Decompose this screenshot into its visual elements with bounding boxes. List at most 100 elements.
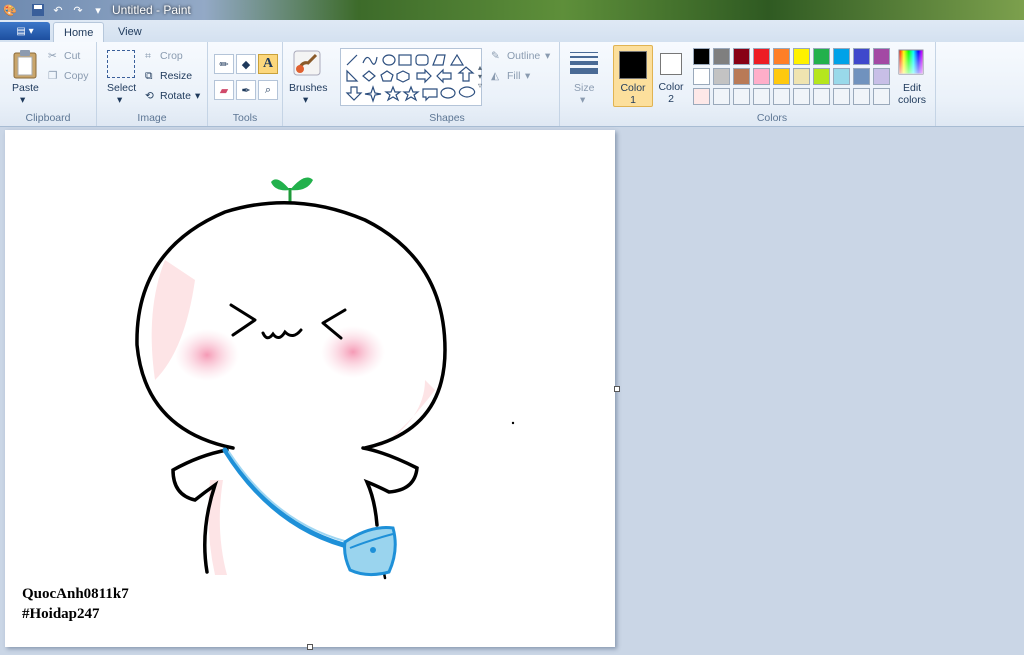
palette-swatch[interactable] bbox=[733, 68, 750, 85]
palette-swatch[interactable] bbox=[773, 68, 790, 85]
edit-colors-label-line2[interactable]: colors bbox=[898, 94, 926, 106]
palette-swatch[interactable] bbox=[753, 68, 770, 85]
fill-button[interactable]: Fill bbox=[507, 70, 520, 82]
palette-swatch[interactable] bbox=[733, 48, 750, 65]
size-dropdown-icon[interactable]: ▾ bbox=[580, 94, 585, 106]
select-dropdown-icon[interactable]: ▾ bbox=[117, 94, 122, 106]
palette-swatch[interactable] bbox=[733, 88, 750, 105]
colors-group: Color 1 Color 2 Edit colors Colors bbox=[609, 42, 936, 126]
crop-button[interactable]: Crop bbox=[160, 50, 183, 62]
outline-icon: ✎ bbox=[491, 50, 500, 62]
colors-group-label: Colors bbox=[756, 112, 788, 124]
palette-swatch[interactable] bbox=[833, 48, 850, 65]
outline-button[interactable]: Outline bbox=[507, 50, 540, 62]
palette-swatch[interactable] bbox=[773, 48, 790, 65]
size-icon[interactable] bbox=[569, 50, 599, 76]
palette-swatch[interactable] bbox=[813, 68, 830, 85]
palette-swatch[interactable] bbox=[713, 68, 730, 85]
palette-swatch[interactable] bbox=[693, 48, 710, 65]
palette-swatch[interactable] bbox=[773, 88, 790, 105]
brushes-group: Brushes ▾ bbox=[283, 42, 333, 126]
palette-swatch[interactable] bbox=[713, 48, 730, 65]
paint-menu-button[interactable]: ▤ ▾ bbox=[0, 22, 50, 40]
palette-swatch[interactable] bbox=[873, 88, 890, 105]
size-group: Size ▾ bbox=[560, 42, 608, 126]
palette-swatch[interactable] bbox=[853, 48, 870, 65]
paint-app-icon[interactable]: 🎨 bbox=[2, 2, 18, 18]
color1-label: Color bbox=[620, 82, 646, 94]
text-tool-icon[interactable]: A bbox=[258, 54, 278, 74]
customize-toolbar-icon[interactable]: ▾ bbox=[90, 2, 106, 18]
edit-colors-icon[interactable] bbox=[897, 48, 925, 76]
crop-icon: ⌗ bbox=[145, 50, 151, 62]
palette-swatch[interactable] bbox=[833, 68, 850, 85]
undo-icon[interactable]: ↶ bbox=[50, 2, 66, 18]
select-button[interactable]: Select bbox=[107, 82, 136, 94]
paste-button[interactable]: Paste bbox=[12, 82, 39, 94]
palette-swatch[interactable] bbox=[793, 88, 810, 105]
pencil-icon[interactable]: ✏ bbox=[214, 54, 234, 74]
palette-swatch[interactable] bbox=[753, 48, 770, 65]
color1-button[interactable]: Color 1 bbox=[613, 45, 653, 107]
palette-swatch[interactable] bbox=[813, 48, 830, 65]
palette-swatch[interactable] bbox=[693, 88, 710, 105]
palette-swatch[interactable] bbox=[853, 68, 870, 85]
drawing-canvas[interactable] bbox=[5, 130, 620, 650]
color1-swatch bbox=[619, 51, 647, 79]
color2-label: Color bbox=[658, 81, 684, 93]
tab-view[interactable]: View bbox=[108, 22, 152, 42]
magnifier-icon[interactable]: ⌕ bbox=[258, 80, 278, 100]
rotate-dropdown-icon[interactable]: ▾ bbox=[195, 90, 200, 102]
size-button[interactable]: Size bbox=[574, 82, 594, 94]
shapes-group: ▴ ▾ ▿ ✎ Outline ▾ ◭ Fill ▾ Shapes bbox=[335, 42, 560, 126]
outline-dropdown-icon[interactable]: ▾ bbox=[545, 50, 550, 62]
resize-handle-bottom[interactable] bbox=[307, 644, 313, 650]
tools-group-label: Tools bbox=[232, 112, 258, 124]
tab-home[interactable]: Home bbox=[53, 22, 105, 43]
ribbon-tab-row: ▤ ▾ Home View bbox=[0, 20, 1024, 43]
resize-handle-right[interactable] bbox=[614, 386, 620, 392]
copy-icon: ❐ bbox=[48, 70, 58, 82]
shapes-gallery[interactable] bbox=[340, 48, 482, 106]
rotate-icon: ⟲ bbox=[145, 90, 154, 102]
cut-icon: ✂ bbox=[48, 50, 57, 62]
paste-dropdown-icon[interactable]: ▾ bbox=[20, 94, 25, 106]
palette-swatch[interactable] bbox=[793, 48, 810, 65]
window-title: Untitled - Paint bbox=[112, 3, 191, 17]
eraser-icon[interactable]: ▰ bbox=[214, 80, 234, 100]
color1-number: 1 bbox=[630, 94, 636, 106]
color2-number: 2 bbox=[668, 93, 674, 105]
brushes-icon[interactable] bbox=[291, 48, 323, 78]
signature-text-line1: QuocAnh0811k7 bbox=[22, 586, 129, 602]
palette-swatch[interactable] bbox=[753, 88, 770, 105]
resize-button[interactable]: Resize bbox=[160, 70, 192, 82]
rotate-button[interactable]: Rotate bbox=[160, 90, 191, 102]
shapes-scroll-icon[interactable]: ▴ ▾ ▿ bbox=[475, 48, 485, 104]
signature-text-line2: #Hoidap247 bbox=[22, 606, 100, 622]
palette-swatch[interactable] bbox=[793, 68, 810, 85]
palette-swatch[interactable] bbox=[873, 48, 890, 65]
palette-swatch[interactable] bbox=[813, 88, 830, 105]
paste-icon[interactable] bbox=[10, 48, 40, 80]
color-picker-icon[interactable]: ✒ bbox=[236, 80, 256, 100]
shapes-group-label: Shapes bbox=[429, 112, 465, 124]
cut-button[interactable]: Cut bbox=[64, 50, 80, 62]
save-icon[interactable] bbox=[30, 2, 46, 18]
palette-swatch[interactable] bbox=[853, 88, 870, 105]
copy-button[interactable]: Copy bbox=[64, 70, 89, 82]
brushes-button[interactable]: Brushes bbox=[289, 82, 328, 94]
fill-bucket-icon[interactable]: ◆ bbox=[236, 54, 256, 74]
palette-swatch[interactable] bbox=[713, 88, 730, 105]
color2-swatch bbox=[660, 53, 682, 75]
fill-dropdown-icon[interactable]: ▾ bbox=[525, 70, 530, 82]
color2-button[interactable]: Color 2 bbox=[654, 45, 688, 105]
redo-icon[interactable]: ↷ bbox=[70, 2, 86, 18]
palette-swatch[interactable] bbox=[873, 68, 890, 85]
select-icon[interactable] bbox=[107, 50, 135, 78]
edit-colors-label-line1[interactable]: Edit bbox=[903, 82, 921, 94]
brushes-dropdown-icon[interactable]: ▾ bbox=[303, 94, 308, 106]
palette-swatch[interactable] bbox=[833, 88, 850, 105]
palette-swatch[interactable] bbox=[693, 68, 710, 85]
resize-icon: ⧉ bbox=[145, 70, 153, 82]
tools-group: ✏ ◆ A ▰ ✒ ⌕ Tools bbox=[208, 42, 283, 126]
